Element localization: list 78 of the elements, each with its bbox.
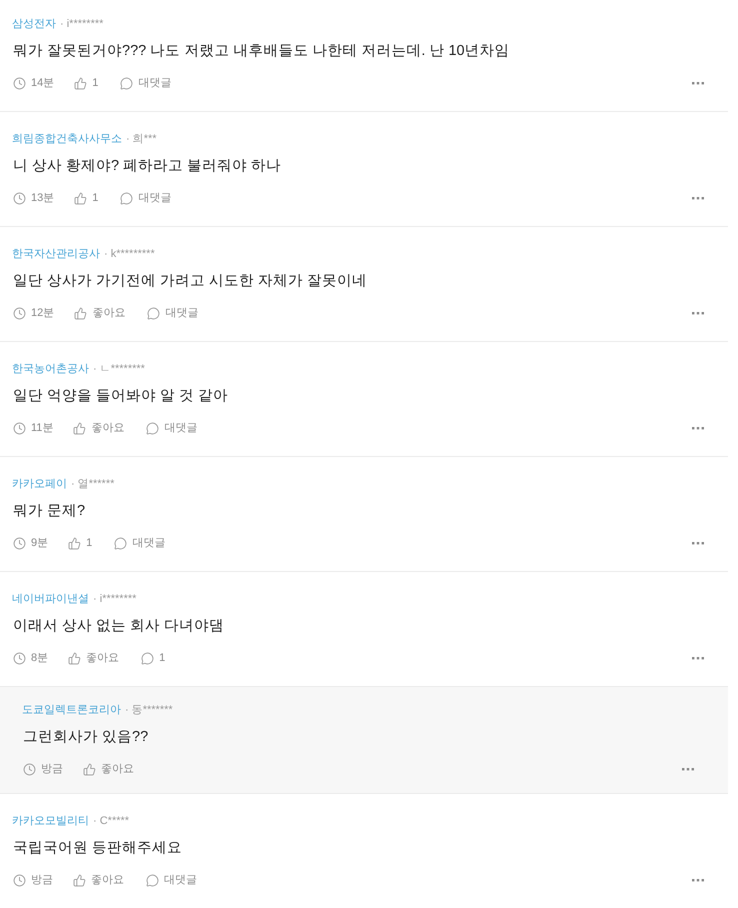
company-name: 네이버파이낸셜 xyxy=(12,592,89,607)
comment-text: 일단 상사가 가기전에 가려고 시도한 자체가 잘못이네 xyxy=(12,272,368,291)
reply-button[interactable]: 대댓글 xyxy=(147,304,198,322)
speech-bubble-icon xyxy=(114,536,128,550)
thumbs-up-icon xyxy=(83,762,96,776)
thumbs-up-icon xyxy=(73,422,86,434)
author-id: · 동******* xyxy=(125,703,173,718)
author-id: · C***** xyxy=(93,814,130,829)
like-button[interactable]: 1 xyxy=(74,190,98,206)
speech-bubble-icon xyxy=(120,76,134,90)
comment-text: 니 상사 황제야? 폐하라고 불러줘야 하나 xyxy=(12,157,282,176)
more-icon xyxy=(692,196,704,200)
more-icon xyxy=(692,426,704,430)
reply-button[interactable]: 대댓글 xyxy=(146,872,197,888)
comment-text: 그런회사가 있음?? xyxy=(22,728,150,747)
comment-text: 뭐가 잘못된거야??? 나도 저랬고 내후배들도 나한테 저러는데. 난 10년차임 xyxy=(12,42,511,61)
timestamp: 14분 xyxy=(31,76,54,91)
clock-icon xyxy=(13,76,26,90)
like-button[interactable]: 좋아요 xyxy=(73,872,124,888)
more-icon xyxy=(682,768,694,770)
thumbs-up-icon xyxy=(74,192,88,204)
timestamp: 8분 xyxy=(31,650,48,666)
like-button[interactable]: 좋아요 xyxy=(83,760,134,778)
comment-text: 일단 억양을 들어봐야 알 것 같아 xyxy=(12,387,230,406)
author-id: · 열****** xyxy=(71,477,114,492)
clock-icon xyxy=(13,536,26,550)
reply-button[interactable]: 대댓글 xyxy=(120,190,172,206)
like-button[interactable]: 1 xyxy=(74,74,98,92)
clock-icon xyxy=(13,652,26,664)
author-id: · ㄴ******** xyxy=(93,362,145,377)
clock-icon xyxy=(23,762,36,776)
thumbs-up-icon xyxy=(68,536,82,550)
company-name: 한국자산관리공사 xyxy=(12,247,100,262)
timestamp: 방금 xyxy=(31,872,53,888)
company-name: 삼성전자 xyxy=(12,17,56,32)
more-icon xyxy=(692,656,704,660)
reply-button[interactable]: 1 xyxy=(141,650,166,666)
like-button[interactable]: 좋아요 xyxy=(73,420,124,436)
timestamp: 12분 xyxy=(31,306,54,321)
more-icon xyxy=(692,82,704,84)
like-button[interactable]: 좋아요 xyxy=(68,650,120,666)
company-name: 도쿄일렉트론코리아 xyxy=(22,703,121,718)
author-id: · i******** xyxy=(93,592,136,607)
clock-icon xyxy=(13,192,26,204)
like-button[interactable]: 1 xyxy=(68,534,92,552)
reply-button[interactable]: 대댓글 xyxy=(146,420,198,436)
speech-bubble-icon xyxy=(141,652,154,664)
company-name: 카카오페이 xyxy=(12,477,67,492)
speech-bubble-icon xyxy=(120,192,134,204)
more-icon xyxy=(692,312,704,314)
clock-icon xyxy=(13,874,26,886)
thumbs-up-icon xyxy=(68,652,82,664)
company-name: 카카오모빌리티 xyxy=(12,814,89,829)
more-icon xyxy=(692,878,704,882)
like-button[interactable]: 좋아요 xyxy=(74,304,126,322)
comment-text: 국립국어원 등판해주세요 xyxy=(12,839,184,858)
thumbs-up-icon xyxy=(73,874,86,886)
clock-icon xyxy=(13,306,26,320)
author-id: · k********* xyxy=(104,247,155,262)
timestamp: 9분 xyxy=(31,536,48,551)
reply-button[interactable]: 대댓글 xyxy=(114,534,166,552)
speech-bubble-icon xyxy=(146,874,159,886)
reply-button[interactable]: 대댓글 xyxy=(120,74,172,92)
thumbs-up-icon xyxy=(74,306,88,320)
comment-text: 뭐가 문제? xyxy=(12,502,86,521)
speech-bubble-icon xyxy=(146,422,160,434)
more-icon xyxy=(692,542,704,544)
timestamp: 13분 xyxy=(31,190,54,206)
company-name: 한국농어촌공사 xyxy=(12,362,89,377)
timestamp: 방금 xyxy=(41,762,63,777)
thumbs-up-icon xyxy=(74,76,88,90)
author-id: · i******** xyxy=(60,17,104,32)
comment-text: 이래서 상사 없는 회사 다녀야댐 xyxy=(12,617,226,636)
speech-bubble-icon xyxy=(147,306,160,320)
timestamp: 11분 xyxy=(31,420,54,436)
author-id: · 희*** xyxy=(126,132,157,147)
company-name: 희림종합건축사사무소 xyxy=(12,132,122,147)
clock-icon xyxy=(13,422,26,434)
